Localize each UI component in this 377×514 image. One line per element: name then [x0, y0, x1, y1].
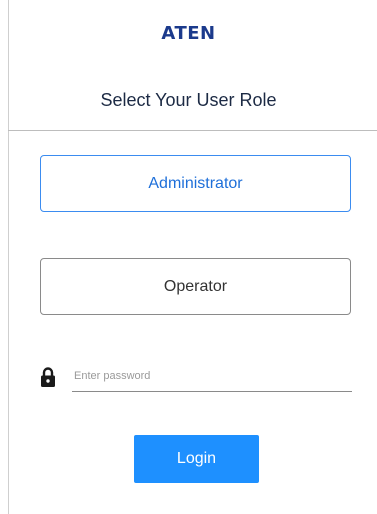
- administrator-role-button[interactable]: Administrator: [40, 155, 351, 212]
- login-button[interactable]: Login: [134, 435, 259, 483]
- aten-logo: ATEN: [161, 23, 216, 44]
- operator-role-button[interactable]: Operator: [40, 258, 351, 315]
- password-input[interactable]: [72, 364, 352, 392]
- page-title: Select Your User Role: [100, 90, 277, 110]
- header-divider: [8, 130, 377, 131]
- left-border: [8, 0, 9, 514]
- lock-icon: [40, 366, 56, 388]
